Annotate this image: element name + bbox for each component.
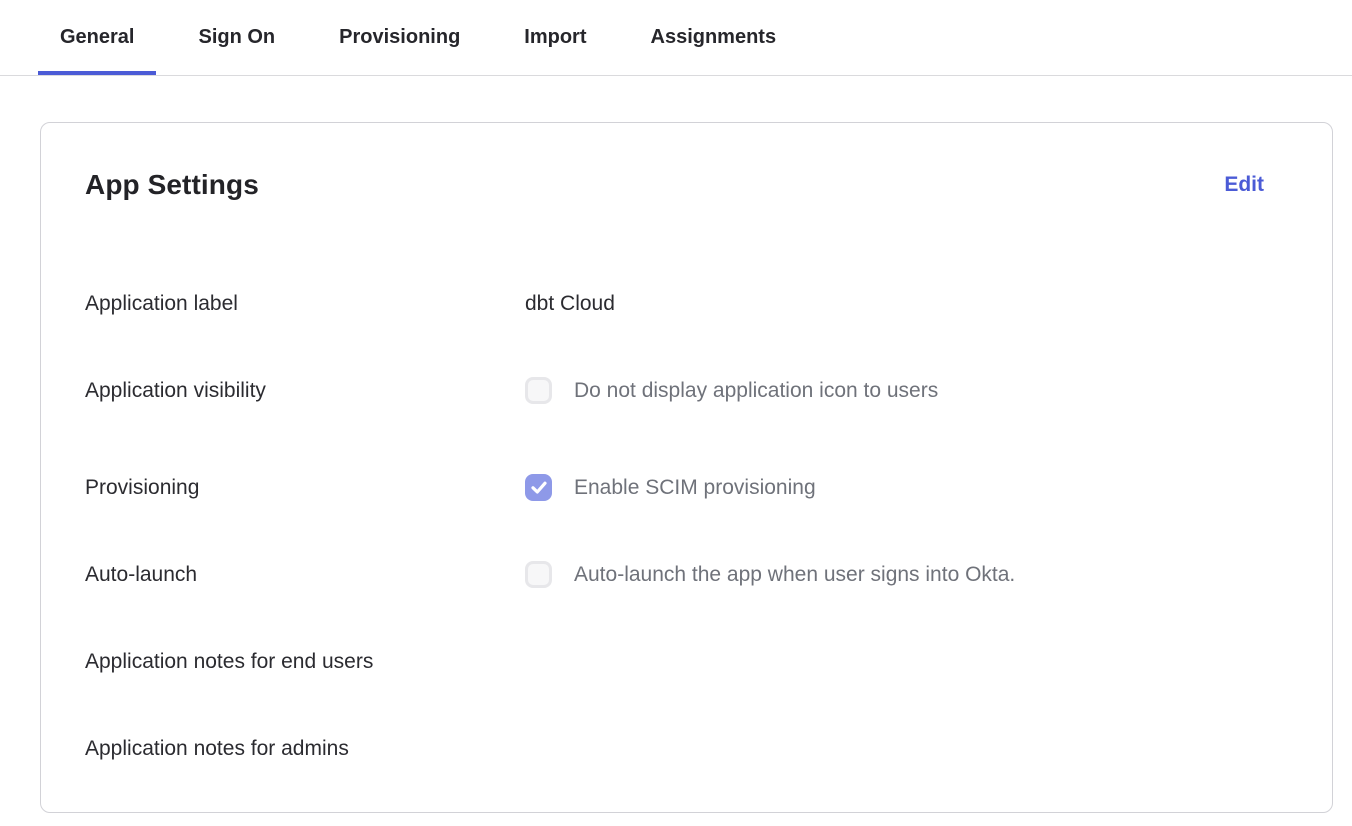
tab-provisioning-label: Provisioning bbox=[339, 26, 460, 49]
application-label-value: dbt Cloud bbox=[525, 288, 615, 319]
setting-row-notes-end-users: Application notes for end users bbox=[85, 646, 1288, 677]
app-tab-bar: General Sign On Provisioning Import Assi… bbox=[0, 0, 1352, 76]
tab-general[interactable]: General bbox=[38, 0, 156, 75]
tab-import[interactable]: Import bbox=[502, 0, 608, 75]
setting-row-application-label: Application label dbt Cloud bbox=[85, 288, 1288, 319]
tab-assignments-label: Assignments bbox=[651, 26, 777, 49]
settings-rows: Application label dbt Cloud Application … bbox=[85, 288, 1288, 764]
provisioning-label: Provisioning bbox=[85, 472, 525, 503]
scim-provisioning-checkbox[interactable] bbox=[525, 474, 552, 501]
edit-button[interactable]: Edit bbox=[1224, 173, 1264, 197]
tab-provisioning[interactable]: Provisioning bbox=[317, 0, 482, 75]
card-header: App Settings Edit bbox=[85, 168, 1288, 201]
application-visibility-checkbox[interactable] bbox=[525, 377, 552, 404]
auto-launch-checkbox[interactable] bbox=[525, 561, 552, 588]
tab-sign-on[interactable]: Sign On bbox=[176, 0, 297, 75]
tab-assignments[interactable]: Assignments bbox=[629, 0, 799, 75]
auto-launch-label: Auto-launch bbox=[85, 559, 525, 590]
setting-row-notes-admins: Application notes for admins bbox=[85, 733, 1288, 764]
tab-import-label: Import bbox=[524, 26, 586, 49]
tab-general-label: General bbox=[60, 26, 134, 49]
application-label-label: Application label bbox=[85, 288, 525, 319]
application-visibility-option-label: Do not display application icon to users bbox=[574, 375, 938, 406]
check-icon bbox=[531, 481, 547, 494]
scim-provisioning-option-label: Enable SCIM provisioning bbox=[574, 472, 816, 503]
setting-row-provisioning: Provisioning Enable SCIM provisioning bbox=[85, 472, 1288, 503]
notes-end-users-label: Application notes for end users bbox=[85, 646, 525, 677]
tab-sign-on-label: Sign On bbox=[198, 26, 275, 49]
auto-launch-option-label: Auto-launch the app when user signs into… bbox=[574, 559, 1015, 590]
application-visibility-label: Application visibility bbox=[85, 375, 525, 406]
card-title: App Settings bbox=[85, 168, 259, 201]
app-settings-card: App Settings Edit Application label dbt … bbox=[40, 122, 1333, 813]
setting-row-application-visibility: Application visibility Do not display ap… bbox=[85, 375, 1288, 406]
setting-row-auto-launch: Auto-launch Auto-launch the app when use… bbox=[85, 559, 1288, 590]
notes-admins-label: Application notes for admins bbox=[85, 733, 525, 764]
